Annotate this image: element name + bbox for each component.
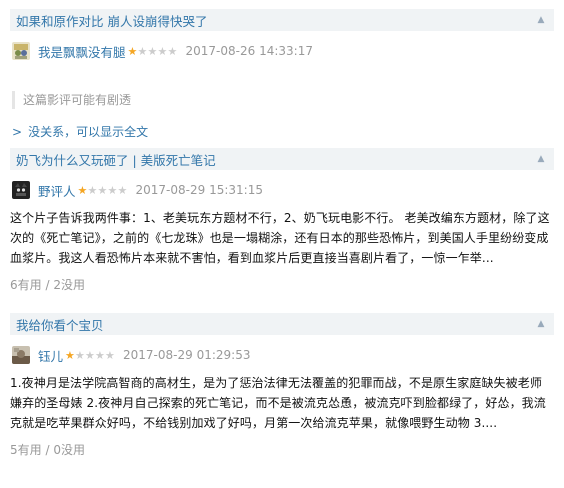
star-empty-icon: ★	[147, 44, 158, 58]
review-excerpt[interactable]: 这个片子告诉我两件事：1、老美玩东方题材不行，2、奶飞玩电影不行。 老美改编东方…	[10, 208, 554, 268]
useless-count[interactable]: 0没用	[53, 443, 85, 457]
star-empty-icon: ★	[95, 348, 105, 362]
avatar[interactable]	[12, 181, 30, 199]
star-empty-icon: ★	[87, 183, 98, 197]
review-2: 奶飞为什么又玩砸了 | 美版死亡笔记 ▲ 野评人 ★ ★ ★ ★ ★ 2017-…	[0, 148, 564, 293]
review-meta: 我是飘飘没有腿 ★ ★ ★ ★ ★ 2017-08-26 14:33:17	[12, 41, 564, 61]
star-empty-icon: ★	[137, 44, 148, 58]
review-excerpt[interactable]: 1.夜神月是法学院高智商的高材生，是为了惩治法律无法覆盖的犯罪而战，不是原生家庭…	[10, 373, 554, 433]
review-title-link[interactable]: 奶飞为什么又玩砸了 | 美版死亡笔记	[16, 150, 216, 169]
review-1: 如果和原作对比 崩人设崩得快哭了 ▲ 我是飘飘没有腿 ★ ★ ★ ★ ★ 201…	[0, 9, 564, 140]
review-title-bar: 我给你看个宝贝 ▲	[10, 313, 554, 335]
avatar[interactable]	[12, 346, 30, 364]
star-filled-icon: ★	[127, 44, 138, 58]
star-empty-icon: ★	[97, 183, 108, 197]
star-filled-icon: ★	[65, 348, 75, 362]
chevron-up-icon[interactable]: ▲	[534, 317, 548, 331]
review-time: 2017-08-29 01:29:53	[123, 348, 251, 362]
rating-stars: ★ ★ ★ ★ ★	[65, 350, 115, 361]
review-title-bar: 如果和原作对比 崩人设崩得快哭了 ▲	[10, 9, 554, 31]
star-empty-icon: ★	[167, 44, 178, 58]
chevron-right-icon: >	[12, 125, 23, 139]
star-empty-icon: ★	[117, 183, 128, 197]
star-empty-icon: ★	[85, 348, 95, 362]
vote-counts: 5有用 / 0没用	[10, 443, 85, 457]
star-empty-icon: ★	[75, 348, 85, 362]
review-meta: 钰儿 ★ ★ ★ ★ ★ 2017-08-29 01:29:53	[12, 345, 564, 365]
useful-count[interactable]: 6有用	[10, 278, 42, 292]
chevron-up-icon[interactable]: ▲	[534, 13, 548, 27]
review-time: 2017-08-29 15:31:15	[135, 183, 263, 197]
review-meta: 野评人 ★ ★ ★ ★ ★ 2017-08-29 15:31:15	[12, 180, 564, 200]
user-name-link[interactable]: 我是飘飘没有腿	[38, 42, 126, 61]
star-empty-icon: ★	[157, 44, 168, 58]
rating-stars: ★ ★ ★ ★ ★	[128, 46, 178, 57]
star-empty-icon: ★	[105, 348, 115, 362]
review-3: 我给你看个宝贝 ▲ 钰儿 ★ ★ ★ ★ ★ 2017-08-29 01:29:…	[0, 313, 564, 458]
show-full-label: 没关系，可以显示全文	[28, 125, 149, 139]
review-title-bar: 奶飞为什么又玩砸了 | 美版死亡笔记 ▲	[10, 148, 554, 170]
star-filled-icon: ★	[77, 183, 88, 197]
vote-counts: 6有用 / 2没用	[10, 278, 85, 292]
show-full-link[interactable]: > 没关系，可以显示全文	[12, 123, 564, 140]
review-time: 2017-08-26 14:33:17	[185, 44, 313, 58]
spoiler-notice: 这篇影评可能有剧透	[12, 91, 564, 109]
chevron-up-icon[interactable]: ▲	[534, 152, 548, 166]
useless-count[interactable]: 2没用	[53, 278, 85, 292]
avatar[interactable]	[12, 42, 30, 60]
rating-stars: ★ ★ ★ ★ ★	[78, 185, 128, 196]
user-name-link[interactable]: 野评人	[38, 181, 76, 200]
review-title-link[interactable]: 我给你看个宝贝	[16, 315, 104, 334]
review-title-link[interactable]: 如果和原作对比 崩人设崩得快哭了	[16, 11, 207, 30]
user-name-link[interactable]: 钰儿	[38, 346, 63, 365]
star-empty-icon: ★	[107, 183, 118, 197]
useful-count[interactable]: 5有用	[10, 443, 42, 457]
